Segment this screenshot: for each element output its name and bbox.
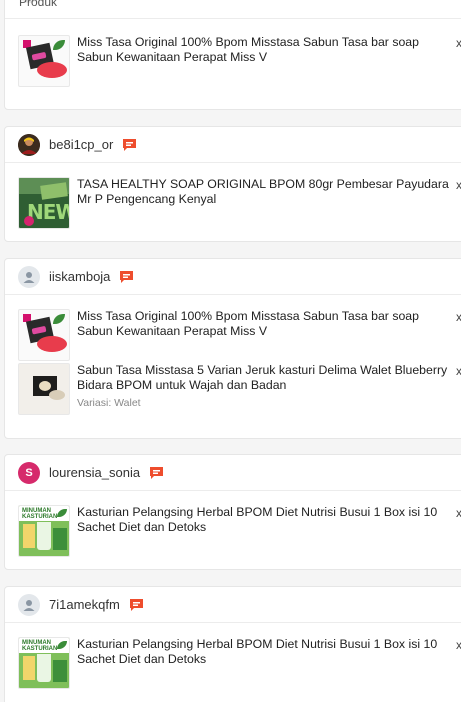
product-title[interactable]: Sabun Tasa Misstasa 5 Varian Jeruk kastu… — [77, 363, 453, 393]
user-icon[interactable] — [18, 265, 40, 288]
product-qty: x — [456, 506, 461, 520]
list-item[interactable]: Sabun Tasa Misstasa 5 Varian Jeruk kastu… — [5, 361, 461, 431]
products-header: Produk — [5, 0, 461, 19]
product-thumbnail[interactable] — [18, 309, 70, 361]
order-card: iiskamboja Miss Tasa Original 100% Bpom … — [4, 258, 461, 439]
chat-icon[interactable] — [119, 270, 134, 284]
buyer-header: iiskamboja — [5, 259, 461, 295]
order-card: 7i1amekqfm MINUMAN KASTURIAN Kasturian Pe… — [4, 586, 461, 702]
chat-icon[interactable] — [129, 598, 144, 612]
product-variation: Variasi: Walet — [77, 397, 141, 409]
product-qty: x — [456, 638, 461, 652]
list-item[interactable]: Miss Tasa Original 100% Bpom Misstasa Sa… — [5, 295, 461, 361]
order-card: S lourensia_sonia MINUMAN KASTURIAN Kastu… — [4, 454, 461, 570]
list-item[interactable]: MINUMAN KASTURIAN Kasturian Pelangsing He… — [5, 491, 461, 557]
product-thumbnail[interactable] — [18, 363, 70, 415]
buyer-username[interactable]: lourensia_sonia — [49, 465, 140, 480]
product-thumbnail[interactable]: MINUMAN KASTURIAN — [18, 637, 70, 689]
list-item[interactable]: MINUMAN KASTURIAN Kasturian Pelangsing He… — [5, 623, 461, 689]
list-item[interactable]: Miss Tasa Original 100% Bpom Misstasa Sa… — [5, 19, 461, 109]
user-icon[interactable] — [18, 593, 40, 616]
product-title[interactable]: Miss Tasa Original 100% Bpom Misstasa Sa… — [77, 309, 453, 339]
products-header-label: Produk — [19, 0, 58, 9]
product-qty: x — [456, 36, 461, 50]
product-title[interactable]: Kasturian Pelangsing Herbal BPOM Diet Nu… — [77, 505, 453, 535]
product-title[interactable]: TASA HEALTHY SOAP ORIGINAL BPOM 80gr Pem… — [77, 177, 453, 207]
buyer-username[interactable]: 7i1amekqfm — [49, 597, 120, 612]
product-thumbnail[interactable]: MINUMAN KASTURIAN — [18, 505, 70, 557]
buyer-header: 7i1amekqfm — [5, 587, 461, 623]
order-card: be8i1cp_or NEW TASA HEALTHY SOAP ORIGINA… — [4, 126, 461, 242]
product-qty: x — [456, 310, 461, 324]
chat-icon[interactable] — [122, 138, 137, 152]
buyer-header: be8i1cp_or — [5, 127, 461, 163]
product-qty: x — [456, 364, 461, 378]
product-qty: x — [456, 178, 461, 192]
product-thumbnail[interactable]: NEW — [18, 177, 70, 229]
product-thumbnail[interactable] — [18, 35, 70, 87]
chat-icon[interactable] — [149, 466, 164, 480]
order-card-top: Produk Miss Tasa Original 100% Bpom Miss… — [4, 0, 461, 110]
avatar[interactable]: S — [18, 461, 40, 484]
buyer-username[interactable]: be8i1cp_or — [49, 137, 113, 152]
list-item[interactable]: NEW TASA HEALTHY SOAP ORIGINAL BPOM 80gr… — [5, 163, 461, 229]
product-title[interactable]: Miss Tasa Original 100% Bpom Misstasa Sa… — [77, 35, 453, 65]
product-title[interactable]: Kasturian Pelangsing Herbal BPOM Diet Nu… — [77, 637, 453, 667]
buyer-username[interactable]: iiskamboja — [49, 269, 110, 284]
avatar[interactable] — [18, 133, 40, 156]
buyer-header: S lourensia_sonia — [5, 455, 461, 491]
